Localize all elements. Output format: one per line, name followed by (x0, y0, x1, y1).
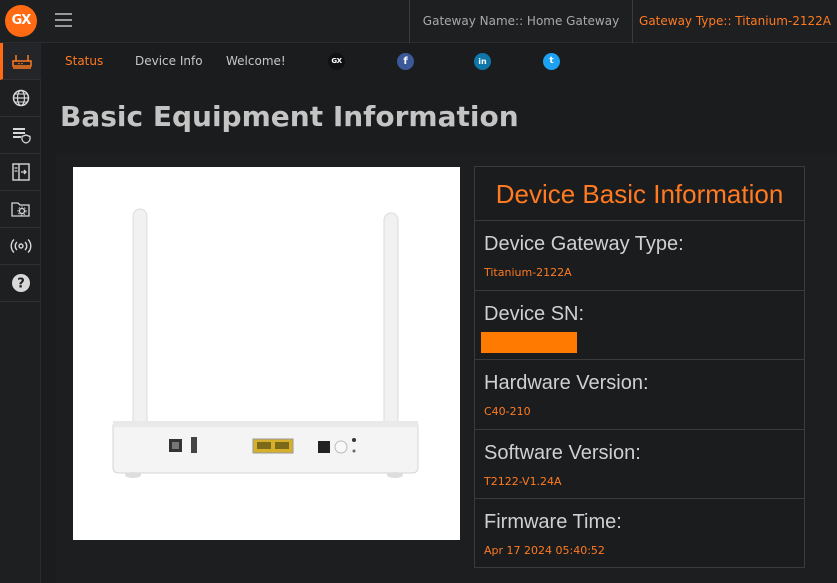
sidebar-item-management[interactable] (0, 191, 41, 228)
menu-icon[interactable] (55, 13, 72, 27)
nav-welcome-link[interactable]: Welcome! (226, 54, 286, 68)
card-title: Device Basic Information (475, 167, 804, 221)
row-label: Firmware Time: (484, 511, 622, 533)
sidebar-item-transfer[interactable] (0, 154, 41, 191)
help-icon: ? (11, 274, 30, 292)
serial-number-redaction (481, 331, 577, 353)
row-value: Apr 17 2024 05:40:52 (484, 544, 605, 557)
device-info-card: Device Basic Information Device Gateway … (474, 166, 805, 568)
info-row-software-version: Software Version: T2122-V1.24A (475, 430, 804, 499)
row-label: Hardware Version: (484, 372, 649, 394)
sub-nav: Status Device Info Welcome! GX f in t (41, 43, 837, 80)
sidebar-item-status[interactable] (0, 43, 41, 80)
shield-list-icon (12, 128, 31, 144)
info-row-gateway-type: Device Gateway Type: Titanium-2122A (475, 221, 804, 291)
settings-folder-icon (10, 202, 30, 217)
sidebar-item-help[interactable]: ? (0, 265, 41, 302)
sidebar-item-network[interactable] (0, 80, 41, 117)
gx-logo[interactable]: GX (5, 5, 37, 37)
svg-text:?: ? (17, 277, 25, 292)
nav-device-info-link[interactable]: Device Info (135, 54, 203, 68)
router-icon (12, 55, 32, 69)
sidebar-item-wireless[interactable] (0, 228, 41, 265)
linkedin-icon[interactable]: in (474, 53, 491, 70)
nav-status-link[interactable]: Status (65, 54, 103, 68)
row-label: Device Gateway Type: (484, 233, 684, 255)
sidebar-item-security[interactable] (0, 117, 41, 154)
row-value: T2122-V1.24A (484, 474, 562, 488)
page-title: Basic Equipment Information (60, 100, 519, 133)
sidebar: ? (0, 43, 41, 583)
router-image (112, 208, 419, 478)
row-value: Titanium-2122A (484, 266, 572, 279)
device-image (73, 167, 460, 540)
top-bar: GX Gateway Name:: Home Gateway Gateway T… (0, 0, 837, 43)
transfer-icon (11, 163, 30, 181)
gateway-type-label: Gateway Type:: Titanium-2122A (632, 0, 837, 43)
info-row-firmware-time: Firmware Time: Apr 17 2024 05:40:52 (475, 499, 804, 569)
info-row-hardware-version: Hardware Version: C40-210 (475, 360, 804, 430)
gateway-name-label: Gateway Name:: Home Gateway (409, 0, 632, 43)
row-label: Device SN: (484, 302, 585, 325)
gx-social-icon[interactable]: GX (328, 53, 345, 70)
row-label: Software Version: (484, 441, 641, 464)
wireless-icon (10, 238, 31, 254)
info-row-serial-number: Device SN: (475, 291, 804, 360)
row-value: C40-210 (484, 405, 531, 418)
facebook-icon[interactable]: f (397, 53, 414, 70)
globe-icon (12, 89, 29, 107)
twitter-icon[interactable]: t (543, 53, 560, 70)
